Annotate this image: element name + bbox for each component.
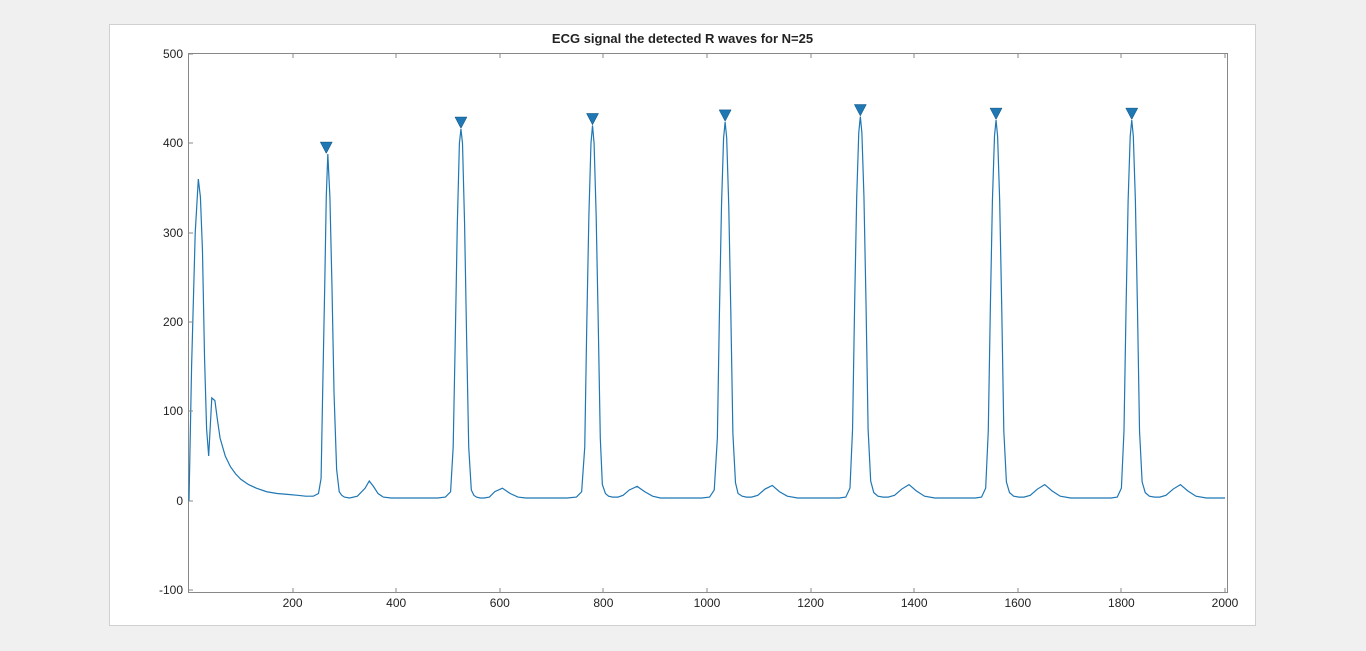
x-tick-mark — [914, 588, 915, 593]
x-tick-mark — [707, 588, 708, 593]
x-tick-mark — [499, 53, 500, 58]
y-tick-mark — [188, 143, 193, 144]
x-tick-mark — [603, 53, 604, 58]
chart-title: ECG signal the detected R waves for N=25 — [110, 31, 1255, 46]
plot-svg — [189, 54, 1227, 592]
x-tick-mark — [707, 53, 708, 58]
x-tick-mark — [292, 53, 293, 58]
x-tick-mark — [1121, 588, 1122, 593]
x-tick-mark — [396, 588, 397, 593]
x-tick-mark — [603, 588, 604, 593]
r-wave-marker-icon — [1126, 108, 1138, 119]
r-wave-marker-icon — [320, 142, 332, 153]
x-tick-mark — [292, 588, 293, 593]
x-tick-label: 800 — [593, 592, 613, 610]
y-tick-mark — [188, 232, 193, 233]
figure-window: ECG signal the detected R waves for N=25… — [110, 25, 1255, 625]
y-tick-label: 400 — [163, 136, 189, 150]
y-tick-mark — [188, 411, 193, 412]
x-tick-mark — [396, 53, 397, 58]
x-tick-label: 1000 — [694, 592, 721, 610]
x-tick-mark — [810, 53, 811, 58]
x-tick-mark — [499, 588, 500, 593]
y-tick-mark — [188, 500, 193, 501]
x-tick-mark — [914, 53, 915, 58]
r-wave-marker-icon — [990, 108, 1002, 119]
x-tick-label: 200 — [283, 592, 303, 610]
x-tick-label: 1600 — [1004, 592, 1031, 610]
y-tick-mark — [188, 322, 193, 323]
x-tick-mark — [1017, 53, 1018, 58]
r-wave-marker-icon — [587, 113, 599, 124]
x-tick-mark — [1225, 53, 1226, 58]
plot-area[interactable]: -100010020030040050020040060080010001200… — [188, 53, 1228, 593]
x-tick-label: 1200 — [797, 592, 824, 610]
r-wave-marker-icon — [719, 110, 731, 121]
y-tick-label: 500 — [163, 47, 189, 61]
x-tick-label: 1400 — [901, 592, 928, 610]
y-tick-label: 300 — [163, 226, 189, 240]
r-wave-marker-icon — [854, 105, 866, 116]
x-tick-label: 2000 — [1212, 592, 1239, 610]
x-tick-mark — [1225, 588, 1226, 593]
x-tick-mark — [810, 588, 811, 593]
y-tick-label: 200 — [163, 315, 189, 329]
y-tick-mark — [188, 590, 193, 591]
y-tick-mark — [188, 54, 193, 55]
r-wave-marker-icon — [455, 117, 467, 128]
x-tick-label: 600 — [490, 592, 510, 610]
x-tick-mark — [1121, 53, 1122, 58]
y-tick-label: 100 — [163, 404, 189, 418]
y-tick-label: -100 — [159, 583, 189, 597]
ecg-line — [189, 117, 1225, 501]
x-tick-label: 400 — [386, 592, 406, 610]
x-tick-label: 1800 — [1108, 592, 1135, 610]
x-tick-mark — [1017, 588, 1018, 593]
